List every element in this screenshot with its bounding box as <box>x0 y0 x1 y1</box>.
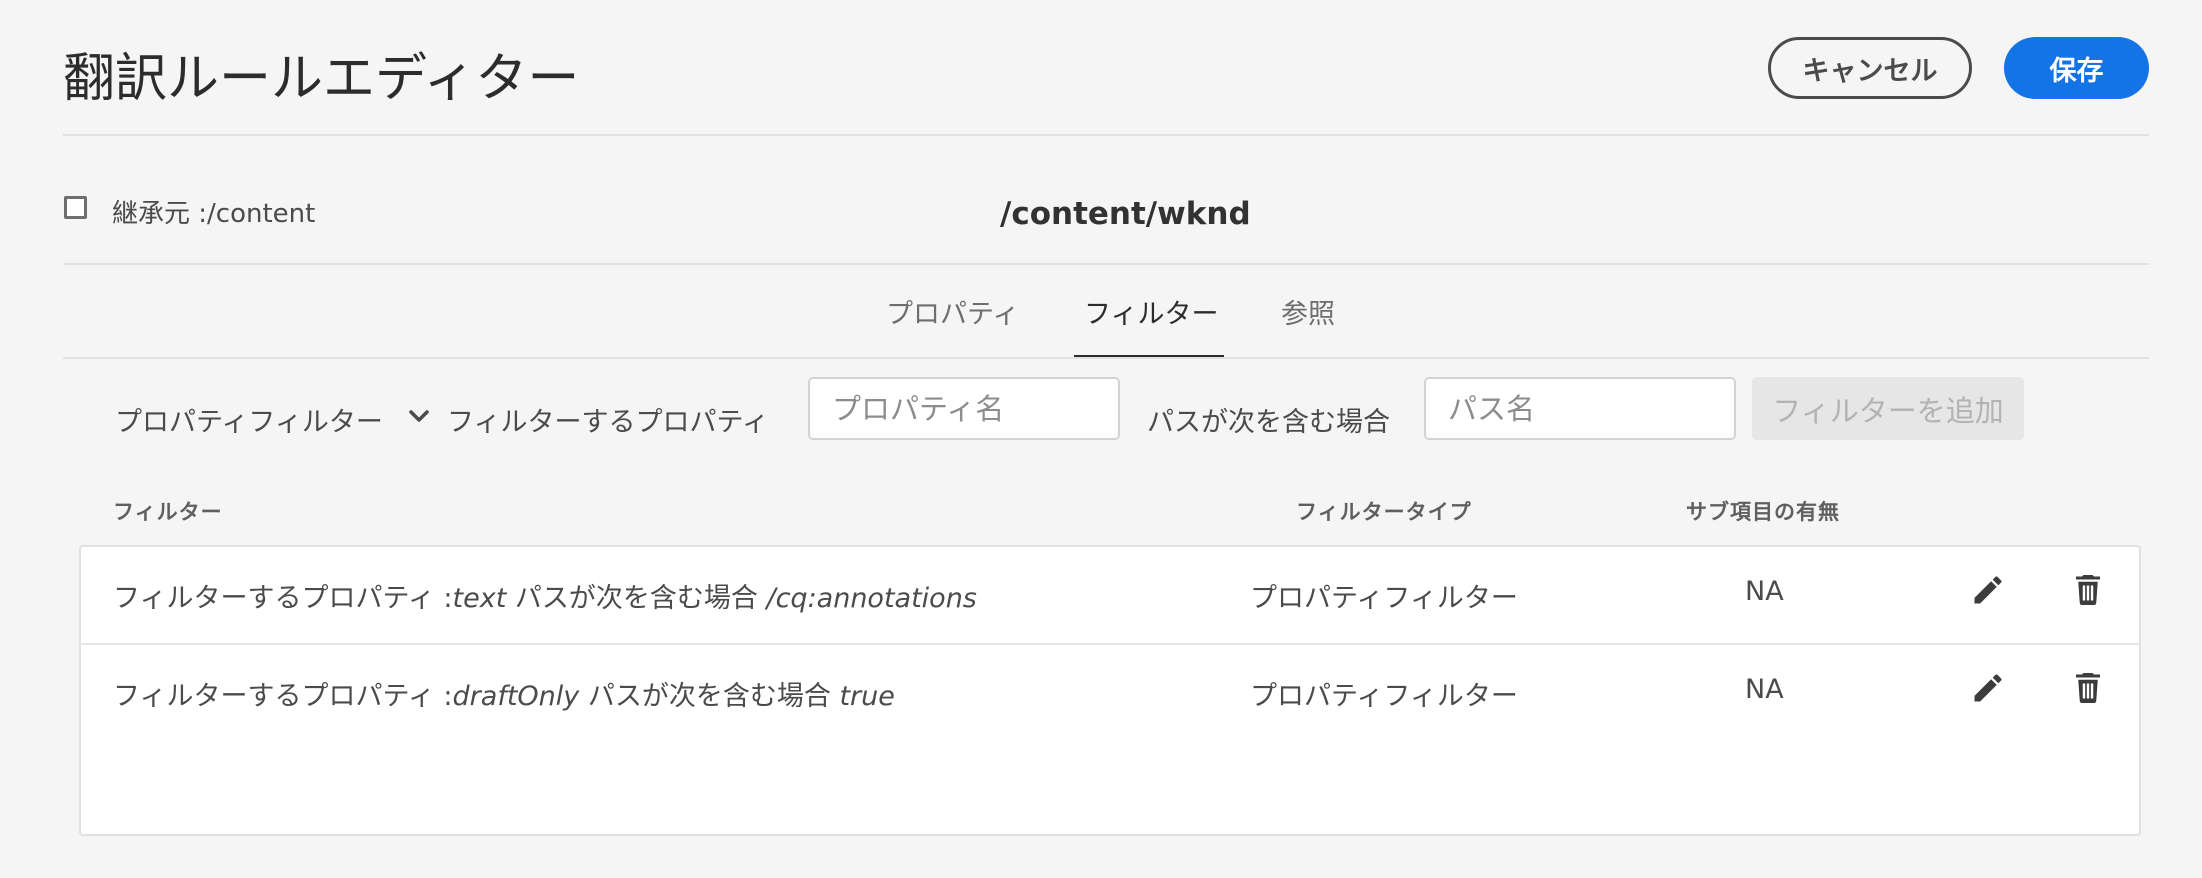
cancel-button[interactable]: キャンセル <box>1768 37 1972 99</box>
table-row-filter-description: フィルターするプロパティ :draftOnly パスが次を含む場合 true <box>113 674 895 713</box>
add-filter-button[interactable]: フィルターを追加 <box>1752 377 2024 440</box>
path-field-label: パスが次を含む場合 <box>1147 407 1390 438</box>
header-divider <box>63 134 2149 136</box>
context-path-title: /content/wknd <box>1000 196 1251 232</box>
path-name-input[interactable] <box>1424 377 1736 440</box>
path-prefix: パスが次を含む場合 <box>587 681 831 712</box>
table-row-filter-description: フィルターするプロパティ :text パスが次を含む場合 /cq:annotat… <box>113 576 977 615</box>
property-prefix: フィルターするプロパティ : <box>113 681 453 712</box>
trash-icon[interactable] <box>2070 572 2106 608</box>
chevron-down-icon[interactable] <box>408 408 430 424</box>
property-value: draftOnly <box>452 681 580 712</box>
tab-references[interactable]: 参照 <box>1281 292 1335 331</box>
path-prefix: パスが次を含む場合 <box>514 583 758 614</box>
property-name-input[interactable] <box>808 377 1120 440</box>
section-divider <box>63 263 2149 265</box>
table-row-filter-type: プロパティフィルター <box>1250 681 1518 712</box>
table-row-children: NA <box>1745 576 1784 607</box>
page-title: 翻訳ルールエディター <box>63 49 580 109</box>
table-row-filter-type: プロパティフィルター <box>1250 583 1518 614</box>
save-button[interactable]: 保存 <box>2004 37 2149 99</box>
inherit-checkbox[interactable] <box>64 196 87 219</box>
path-value: true <box>839 681 895 712</box>
pencil-icon[interactable] <box>1970 572 2006 608</box>
column-header-filter: フィルター <box>113 500 223 524</box>
path-value: /cq:annotations <box>766 583 977 614</box>
inherit-label: 継承元 :/content <box>112 199 316 229</box>
property-value: text <box>452 583 507 614</box>
table-row-children: NA <box>1745 674 1784 705</box>
tabs-divider <box>63 357 2149 359</box>
column-header-children: サブ項目の有無 <box>1686 500 1840 524</box>
column-header-filter-type: フィルタータイプ <box>1296 500 1472 524</box>
property-field-label: フィルターするプロパティ <box>447 407 769 438</box>
property-prefix: フィルターするプロパティ : <box>113 583 453 614</box>
filter-type-select[interactable]: プロパティフィルター <box>115 400 383 439</box>
pencil-icon[interactable] <box>1970 670 2006 706</box>
tab-properties[interactable]: プロパティ <box>886 292 1019 331</box>
trash-icon[interactable] <box>2070 670 2106 706</box>
tab-filters[interactable]: フィルター <box>1084 292 1218 331</box>
row-divider <box>80 643 2140 645</box>
